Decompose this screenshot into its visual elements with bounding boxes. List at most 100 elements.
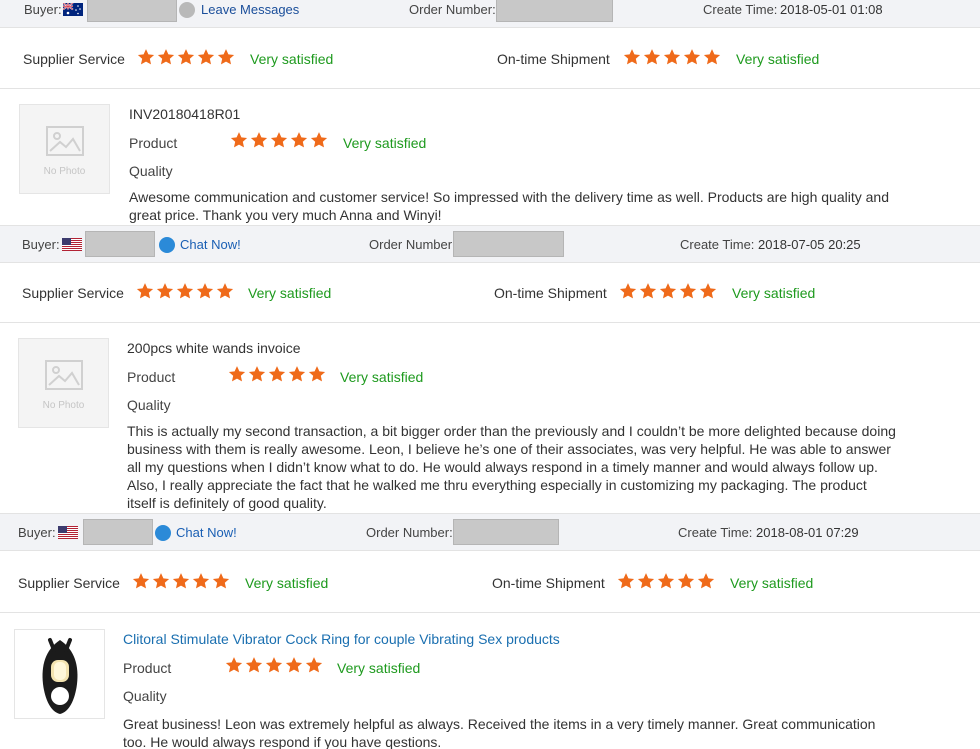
product-title-link[interactable]: Clitoral Stimulate Vibrator Cock Ring fo… — [123, 631, 560, 647]
buyer-label: Buyer: — [22, 237, 60, 252]
chat-icon[interactable] — [155, 525, 171, 541]
review-comment: This is actually my second transaction, … — [127, 423, 896, 511]
supplier-service-rating-text: Very satisfied — [245, 575, 329, 591]
supplier-service-stars — [132, 572, 230, 594]
on-time-shipment-rating-text: Very satisfied — [732, 285, 816, 301]
star-icon — [197, 49, 215, 65]
usa-flag-icon — [62, 238, 82, 251]
supplier-service-rating-text: Very satisfied — [250, 51, 334, 67]
supplier-service-label: Supplier Service — [22, 285, 124, 301]
star-icon — [152, 573, 170, 589]
star-icon — [657, 573, 675, 589]
image-placeholder-icon — [45, 360, 83, 390]
product-review-3: Clitoral Stimulate Vibrator Cock Ring fo… — [0, 614, 980, 749]
buyer-label: Buyer: — [24, 2, 62, 17]
order-number-label: Order Number: — [409, 2, 496, 17]
supplier-service-label: Supplier Service — [18, 575, 120, 591]
on-time-shipment-stars — [617, 572, 715, 594]
create-time-value: 2018-05-01 01:08 — [780, 2, 883, 17]
on-time-shipment-label: On-time Shipment — [494, 285, 607, 301]
star-icon — [156, 283, 174, 299]
product-rating-text: Very satisfied — [337, 660, 421, 676]
buyer-name-redacted — [83, 519, 153, 545]
product-rating-text: Very satisfied — [343, 135, 427, 151]
supplier-service-rating-text: Very satisfied — [248, 285, 332, 301]
star-icon — [285, 657, 303, 673]
star-icon — [310, 132, 328, 148]
service-ratings-row-2: Supplier Service Very satisfied On-time … — [0, 265, 980, 323]
star-icon — [270, 132, 288, 148]
buyer-label: Buyer: — [18, 525, 56, 540]
star-icon — [176, 283, 194, 299]
create-time-label: Create Time: — [680, 237, 755, 252]
review-header-3: Buyer: Chat Now! Order Number: Create Ti… — [0, 513, 980, 551]
star-icon — [172, 573, 190, 589]
star-icon — [697, 573, 715, 589]
star-icon — [683, 49, 701, 65]
no-photo-thumbnail[interactable]: No Photo — [18, 338, 109, 428]
chat-now-link[interactable]: Chat Now! — [180, 237, 241, 252]
buyer-name-redacted — [87, 0, 177, 22]
star-icon — [677, 573, 695, 589]
order-number-redacted — [453, 231, 564, 257]
on-time-shipment-rating-text: Very satisfied — [730, 575, 814, 591]
order-number-label: Order Number: — [369, 237, 456, 252]
product-label: Product — [123, 660, 172, 676]
star-icon — [212, 573, 230, 589]
product-title: INV20180418R01 — [129, 106, 241, 122]
star-icon — [157, 49, 175, 65]
star-icon — [230, 132, 248, 148]
star-icon — [617, 573, 635, 589]
product-thumbnail[interactable] — [14, 629, 105, 719]
star-icon — [703, 49, 721, 65]
product-review-1: No Photo INV20180418R01 Product Very sat… — [0, 89, 980, 227]
chat-now-link[interactable]: Chat Now! — [176, 525, 237, 540]
star-icon — [265, 657, 283, 673]
chat-icon[interactable] — [159, 237, 175, 253]
star-icon — [619, 283, 637, 299]
australia-flag-icon — [63, 3, 83, 16]
quality-label: Quality — [123, 688, 167, 704]
star-icon — [643, 49, 661, 65]
no-photo-text: No Photo — [42, 400, 85, 411]
on-time-shipment-label: On-time Shipment — [492, 575, 605, 591]
order-number-redacted — [496, 0, 613, 22]
image-placeholder-icon — [46, 126, 84, 156]
on-time-shipment-stars — [619, 282, 717, 304]
product-label: Product — [129, 135, 178, 151]
star-icon — [196, 283, 214, 299]
no-photo-thumbnail[interactable]: No Photo — [19, 104, 110, 194]
supplier-service-stars — [137, 48, 235, 70]
create-time-label: Create Time: — [703, 2, 778, 17]
product-rating-text: Very satisfied — [340, 369, 424, 385]
message-icon — [179, 2, 195, 18]
star-icon — [290, 132, 308, 148]
order-number-label: Order Number: — [366, 525, 453, 540]
product-label: Product — [127, 369, 176, 385]
usa-flag-icon — [58, 526, 78, 539]
star-icon — [228, 366, 246, 382]
product-stars — [230, 131, 328, 153]
star-icon — [308, 366, 326, 382]
no-photo-text: No Photo — [43, 166, 86, 177]
star-icon — [288, 366, 306, 382]
product-stars — [228, 365, 326, 387]
star-icon — [639, 283, 657, 299]
create-time-value: 2018-08-01 07:29 — [756, 525, 859, 540]
star-icon — [699, 283, 717, 299]
product-title: 200pcs white wands invoice — [127, 340, 301, 356]
review-comment: Awesome communication and customer servi… — [129, 189, 889, 223]
on-time-shipment-label: On-time Shipment — [497, 51, 610, 67]
star-icon — [192, 573, 210, 589]
supplier-service-stars — [136, 282, 234, 304]
star-icon — [250, 132, 268, 148]
leave-messages-link[interactable]: Leave Messages — [201, 2, 299, 17]
star-icon — [177, 49, 195, 65]
star-icon — [268, 366, 286, 382]
service-ratings-row-3: Supplier Service Very satisfied On-time … — [0, 555, 980, 613]
order-number-redacted — [453, 519, 559, 545]
star-icon — [132, 573, 150, 589]
product-ring-image — [42, 638, 78, 714]
buyer-name-redacted — [85, 231, 155, 257]
star-icon — [216, 283, 234, 299]
